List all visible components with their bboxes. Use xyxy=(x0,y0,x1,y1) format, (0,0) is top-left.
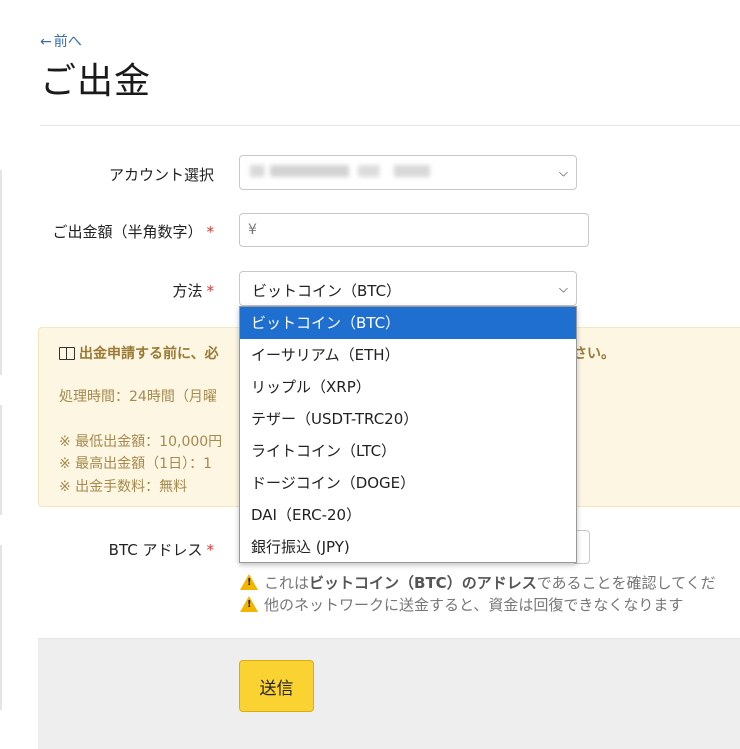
dropdown-option-btc[interactable]: ビットコイン（BTC） xyxy=(240,307,576,339)
dropdown-option-dai[interactable]: DAI（ERC-20） xyxy=(240,499,576,531)
method-label: 方法 * xyxy=(172,280,214,301)
address-label: BTC アドレス * xyxy=(109,539,214,560)
left-edge-bar xyxy=(0,405,2,515)
dropdown-option-xrp[interactable]: リップル（XRP） xyxy=(240,371,576,403)
warning-line-2: 他のネットワークに送金すると、資金は回復できなくなります xyxy=(240,594,683,615)
amount-label-text: ご出金額（半角数字） xyxy=(52,223,203,241)
form-footer xyxy=(38,638,740,749)
required-mark: * xyxy=(206,282,215,300)
amount-input[interactable]: ¥ xyxy=(239,213,589,247)
amount-label: ご出金額（半角数字） * xyxy=(52,221,214,242)
notice-processing: 処理時間：24時間（月曜 xyxy=(59,389,217,405)
required-mark: * xyxy=(206,541,215,559)
back-link[interactable]: ← 前へ xyxy=(40,31,82,51)
account-value-redacted xyxy=(250,165,430,177)
left-edge-bar xyxy=(0,170,2,375)
required-mark: * xyxy=(206,223,215,241)
account-select[interactable]: ⌵ xyxy=(239,155,577,190)
warning-1-bold: ビットコイン（BTC）のアドレス xyxy=(309,574,537,592)
dropdown-option-eth[interactable]: イーサリアム（ETH） xyxy=(240,339,576,371)
arrow-left-icon: ← xyxy=(40,34,52,50)
submit-button[interactable]: 送信 xyxy=(239,660,314,712)
warning-icon xyxy=(240,596,258,612)
yen-prefix: ¥ xyxy=(248,222,257,238)
warning-line-1: これはビットコイン（BTC）のアドレスであることを確認してくだ xyxy=(240,572,716,593)
notice-max: ※ 最高出金額（1日）：1 xyxy=(59,456,212,472)
dropdown-option-ltc[interactable]: ライトコイン（LTC） xyxy=(240,435,576,467)
dropdown-option-doge[interactable]: ドージコイン（DOGE） xyxy=(240,467,576,499)
warning-1-pre: これは xyxy=(264,574,310,592)
method-label-text: 方法 xyxy=(172,282,203,300)
header-divider xyxy=(40,125,740,126)
notice-min: ※ 最低出金額：10,000円 xyxy=(59,434,223,450)
account-label: アカウント選択 xyxy=(108,166,214,184)
back-link-label: 前へ xyxy=(53,34,82,50)
notice-fee: ※ 出金手数料：無料 xyxy=(59,479,188,495)
book-icon xyxy=(59,347,75,360)
notice-heading: 出金申請する前に、必 xyxy=(59,343,219,363)
page-title: ご出金 xyxy=(40,61,152,102)
notice-heading-text: 出金申請する前に、必 xyxy=(79,346,219,362)
chevron-down-icon: ⌵ xyxy=(558,281,568,295)
warning-icon xyxy=(240,574,258,590)
dropdown-option-usdt[interactable]: テザー（USDT-TRC20） xyxy=(240,403,576,435)
dropdown-option-jpy[interactable]: 銀行振込 (JPY) xyxy=(240,531,576,563)
method-select[interactable]: ビットコイン（BTC） ⌵ xyxy=(239,271,577,306)
warning-1-post: であることを確認してくだ xyxy=(536,574,716,592)
left-edge-bar xyxy=(0,545,2,710)
notice-heading-tail: さい。 xyxy=(573,346,615,362)
warning-2-text: 他のネットワークに送金すると、資金は回復できなくなります xyxy=(264,596,684,614)
method-selected-value: ビットコイン（BTC） xyxy=(252,282,402,300)
chevron-down-icon: ⌵ xyxy=(558,165,568,179)
address-label-text: BTC アドレス xyxy=(108,541,203,559)
method-dropdown-list[interactable]: ビットコイン（BTC） イーサリアム（ETH） リップル（XRP） テザー（US… xyxy=(239,306,577,563)
